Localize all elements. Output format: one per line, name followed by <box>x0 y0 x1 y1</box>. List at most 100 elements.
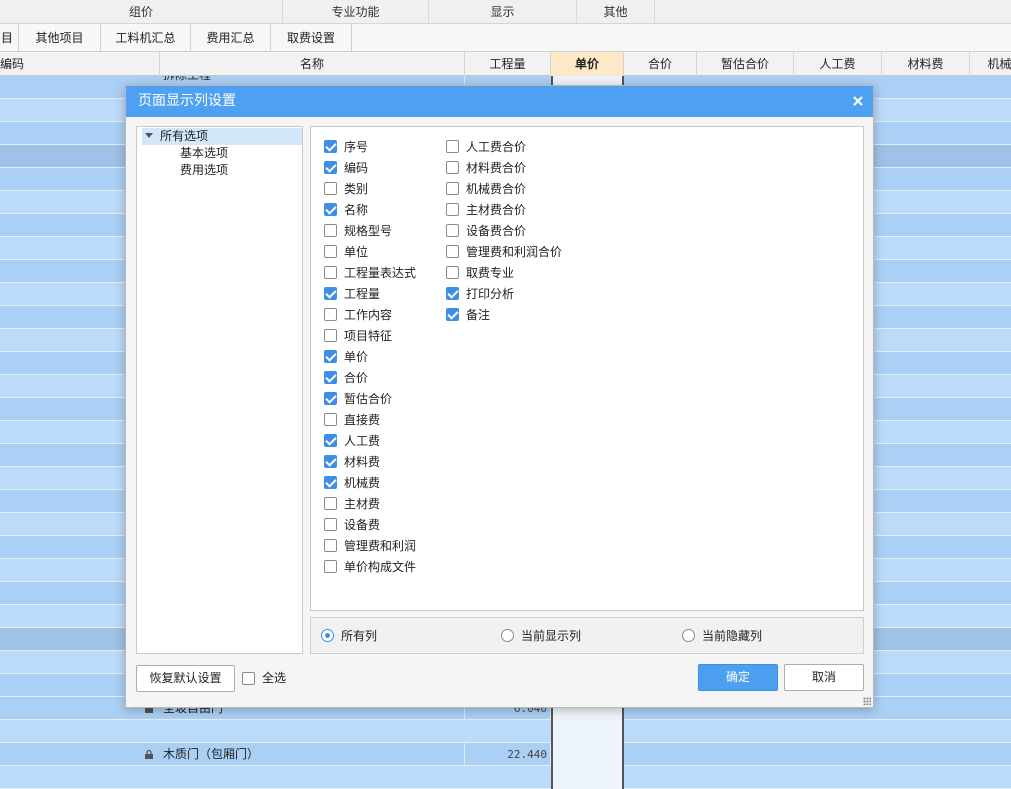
checkbox-unchecked[interactable] <box>446 161 459 174</box>
options-tree: 所有选项 基本选项 费用选项 <box>136 126 303 654</box>
checkbox-unchecked[interactable] <box>324 539 337 552</box>
tree-node-label: 所有选项 <box>160 129 209 143</box>
checkbox-unchecked[interactable] <box>446 140 459 153</box>
checkbox-unchecked[interactable] <box>446 224 459 237</box>
checkbox-unchecked[interactable] <box>324 308 337 321</box>
close-icon[interactable] <box>851 94 865 108</box>
cancel-button[interactable]: 取消 <box>784 664 864 691</box>
checkbox-unchecked[interactable] <box>446 245 459 258</box>
checkbox-checked[interactable] <box>324 371 337 384</box>
checkbox-unchecked[interactable] <box>324 182 337 195</box>
row-name: 木质门（包厢门） <box>160 743 465 766</box>
checkbox-checked[interactable] <box>324 476 337 489</box>
table-row[interactable] <box>0 720 1011 743</box>
column-header-name[interactable]: 名称 <box>160 52 465 76</box>
category-bar: 组价 专业功能 显示 其他 <box>0 0 1011 24</box>
option-label: 材料费 <box>344 455 381 469</box>
table-row[interactable]: 木质门（包厢门） 22.440 <box>0 743 1011 766</box>
checkbox-unchecked[interactable] <box>324 413 337 426</box>
option-label: 暂估合价 <box>344 392 393 406</box>
lock-icon <box>145 750 153 759</box>
table-header: 编码 名称 工程量 单价 合价 暂估合价 人工费 材料费 机械 <box>0 52 1011 76</box>
checkbox-checked[interactable] <box>324 455 337 468</box>
tab-partial[interactable]: 目 <box>0 24 19 52</box>
collapse-triangle-icon[interactable] <box>145 133 153 138</box>
checkbox-unchecked[interactable] <box>446 266 459 279</box>
option-label: 管理费和利润合价 <box>466 245 563 259</box>
checkbox-checked[interactable] <box>324 392 337 405</box>
radio-button[interactable] <box>501 629 514 642</box>
radio-label: 当前显示列 <box>521 629 582 643</box>
unit-price-cell[interactable] <box>551 743 624 766</box>
column-settings-dialog: 页面显示列设置 所有选项 基本选项 费用选项 序号 编码 类别 名称 规格型号 单位 工程量… <box>125 85 874 708</box>
select-all-label: 全选 <box>262 671 287 685</box>
checkbox-unchecked[interactable] <box>324 224 337 237</box>
column-header-machinery[interactable]: 机械 <box>970 52 1011 76</box>
option-label: 合价 <box>344 371 369 385</box>
option-label: 类别 <box>344 182 369 196</box>
checkbox-unchecked[interactable] <box>324 329 337 342</box>
column-header-unit-price[interactable]: 单价 <box>551 52 624 76</box>
tree-node-cost-options[interactable]: 费用选项 <box>180 162 228 179</box>
option-label: 工作内容 <box>344 308 393 322</box>
option-label: 设备费合价 <box>466 224 527 238</box>
category-display[interactable]: 显示 <box>429 0 577 24</box>
column-header-labor-cost[interactable]: 人工费 <box>794 52 882 76</box>
radio-button[interactable] <box>682 629 695 642</box>
option-label: 取费专业 <box>466 266 515 280</box>
checkbox-checked[interactable] <box>446 287 459 300</box>
column-header-total-price[interactable]: 合价 <box>624 52 697 76</box>
unit-price-cell[interactable] <box>551 720 624 743</box>
option-label: 规格型号 <box>344 224 393 238</box>
checkbox-checked[interactable] <box>324 203 337 216</box>
checkbox-checked[interactable] <box>324 434 337 447</box>
option-label: 主材费合价 <box>466 203 527 217</box>
checkbox-checked[interactable] <box>446 308 459 321</box>
tab-fee-settings[interactable]: 取费设置 <box>271 24 352 52</box>
option-label: 备注 <box>466 308 491 322</box>
checkbox[interactable] <box>242 672 255 685</box>
option-label: 编码 <box>344 161 369 175</box>
resize-grip-icon[interactable] <box>863 697 871 705</box>
category-pricing[interactable]: 组价 <box>0 0 283 24</box>
checkbox-unchecked[interactable] <box>324 266 337 279</box>
ok-button[interactable]: 确定 <box>698 664 778 691</box>
checkbox-checked[interactable] <box>324 350 337 363</box>
restore-defaults-button[interactable]: 恢复默认设置 <box>136 665 235 692</box>
checkbox-unchecked[interactable] <box>446 182 459 195</box>
checkbox-unchecked[interactable] <box>324 518 337 531</box>
tab-cost-summary[interactable]: 费用汇总 <box>191 24 271 52</box>
option-label: 单价 <box>344 350 369 364</box>
checkbox-unchecked[interactable] <box>324 497 337 510</box>
radio-button[interactable] <box>321 629 334 642</box>
category-special-functions[interactable]: 专业功能 <box>283 0 429 24</box>
table-row[interactable] <box>0 766 1011 789</box>
tree-node-all-options[interactable]: 所有选项 <box>142 128 302 145</box>
option-label: 单价构成文件 <box>344 560 417 574</box>
checkbox-checked[interactable] <box>324 161 337 174</box>
tab-labor-material-summary[interactable]: 工料机汇总 <box>101 24 191 52</box>
tab-other-items[interactable]: 其他项目 <box>19 24 101 52</box>
option-label: 管理费和利润 <box>344 539 417 553</box>
checkbox-unchecked[interactable] <box>324 245 337 258</box>
row-quantity: 22.440 <box>465 743 551 766</box>
checkbox-checked[interactable] <box>324 287 337 300</box>
unit-price-cell[interactable] <box>551 766 624 789</box>
option-label: 打印分析 <box>466 287 515 301</box>
column-header-quantity[interactable]: 工程量 <box>465 52 551 76</box>
column-options-panel: 序号 编码 类别 名称 规格型号 单位 工程量表达式 工程量 工作内容 项目特征 单价 合价 暂估合价直… <box>310 126 864 611</box>
tree-node-basic-options[interactable]: 基本选项 <box>180 145 228 162</box>
column-header-material-cost[interactable]: 材料费 <box>882 52 970 76</box>
option-label: 序号 <box>344 140 369 154</box>
category-other[interactable]: 其他 <box>577 0 655 24</box>
column-filter-group: 所有列 当前显示列 当前隐藏列 <box>310 617 864 654</box>
option-label: 工程量 <box>344 287 381 301</box>
checkbox-unchecked[interactable] <box>446 203 459 216</box>
option-label: 名称 <box>344 203 369 217</box>
column-header-estimated-total[interactable]: 暂估合价 <box>697 52 794 76</box>
checkbox-checked[interactable] <box>324 140 337 153</box>
dialog-title: 页面显示列设置 <box>126 86 873 117</box>
checkbox-unchecked[interactable] <box>324 560 337 573</box>
column-header-code[interactable]: 编码 <box>0 52 160 76</box>
option-label: 项目特征 <box>344 329 393 343</box>
